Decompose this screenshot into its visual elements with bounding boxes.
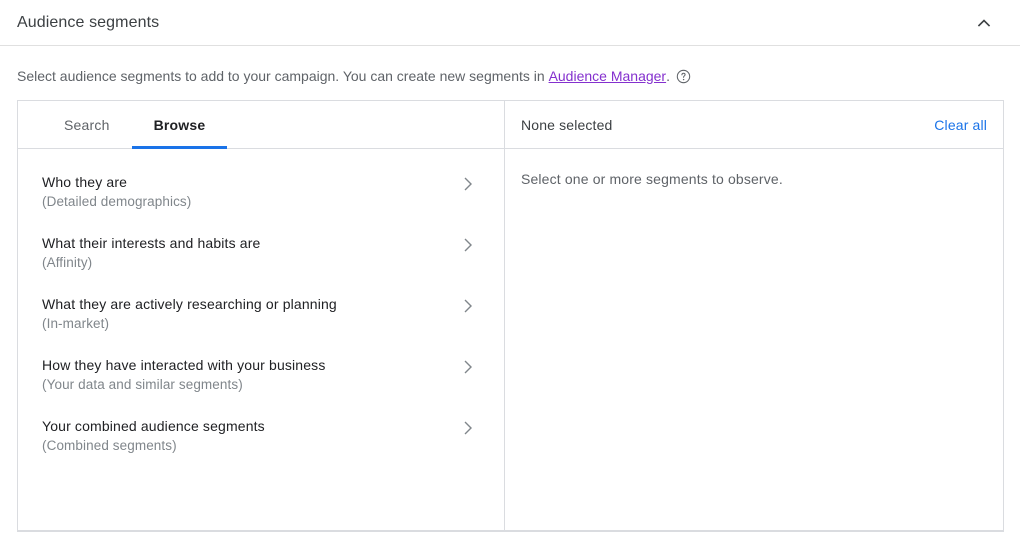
- clear-all-button[interactable]: Clear all: [934, 113, 987, 137]
- chevron-right-icon: [456, 233, 480, 257]
- list-item-subtitle: (Detailed demographics): [42, 192, 456, 211]
- picker-left-pane: Search Browse Who they are (Detailed dem…: [18, 101, 505, 530]
- section-header: Audience segments: [0, 0, 1020, 46]
- tab-search[interactable]: Search: [42, 101, 132, 148]
- list-item-subtitle: (Your data and similar segments): [42, 375, 456, 394]
- chevron-up-icon: [974, 13, 994, 33]
- browse-item-who-they-are[interactable]: Who they are (Detailed demographics): [18, 161, 504, 222]
- page-title: Audience segments: [17, 14, 964, 32]
- list-item-title: Who they are: [42, 172, 456, 192]
- selection-header: None selected Clear all: [505, 101, 1003, 149]
- description-text-after: .: [666, 66, 670, 86]
- list-item-subtitle: (Combined segments): [42, 436, 456, 455]
- chevron-right-icon: [456, 172, 480, 196]
- item-texts: Your combined audience segments (Combine…: [42, 416, 456, 455]
- browse-item-your-data[interactable]: How they have interacted with your busin…: [18, 344, 504, 405]
- browse-item-combined-segments[interactable]: Your combined audience segments (Combine…: [18, 405, 504, 466]
- item-texts: Who they are (Detailed demographics): [42, 172, 456, 211]
- browse-list[interactable]: Who they are (Detailed demographics) Wha…: [18, 149, 504, 530]
- list-item-subtitle: (In-market): [42, 314, 456, 333]
- selection-empty-state: Select one or more segments to observe.: [505, 149, 1003, 530]
- item-texts: What they are actively researching or pl…: [42, 294, 456, 333]
- collapse-section-button[interactable]: [964, 3, 1004, 43]
- item-texts: What their interests and habits are (Aff…: [42, 233, 456, 272]
- browse-item-in-market[interactable]: What they are actively researching or pl…: [18, 283, 504, 344]
- selection-count-label: None selected: [521, 117, 934, 133]
- chevron-right-icon: [456, 416, 480, 440]
- audience-manager-link[interactable]: Audience Manager: [549, 66, 667, 86]
- audience-segment-picker: Search Browse Who they are (Detailed dem…: [17, 100, 1004, 532]
- list-item-subtitle: (Affinity): [42, 253, 456, 272]
- tab-browse[interactable]: Browse: [132, 101, 228, 148]
- help-circle-icon[interactable]: [676, 69, 691, 84]
- item-texts: How they have interacted with your busin…: [42, 355, 456, 394]
- list-item-title: Your combined audience segments: [42, 416, 456, 436]
- list-item-title: What they are actively researching or pl…: [42, 294, 456, 314]
- list-item-title: How they have interacted with your busin…: [42, 355, 456, 375]
- picker-tabs: Search Browse: [18, 101, 504, 149]
- list-item-title: What their interests and habits are: [42, 233, 456, 253]
- browse-item-interests-and-habits[interactable]: What their interests and habits are (Aff…: [18, 222, 504, 283]
- chevron-right-icon: [456, 294, 480, 318]
- section-description: Select audience segments to add to your …: [0, 46, 1020, 100]
- description-text-before: Select audience segments to add to your …: [17, 66, 549, 86]
- picker-right-pane: None selected Clear all Select one or mo…: [505, 101, 1003, 530]
- chevron-right-icon: [456, 355, 480, 379]
